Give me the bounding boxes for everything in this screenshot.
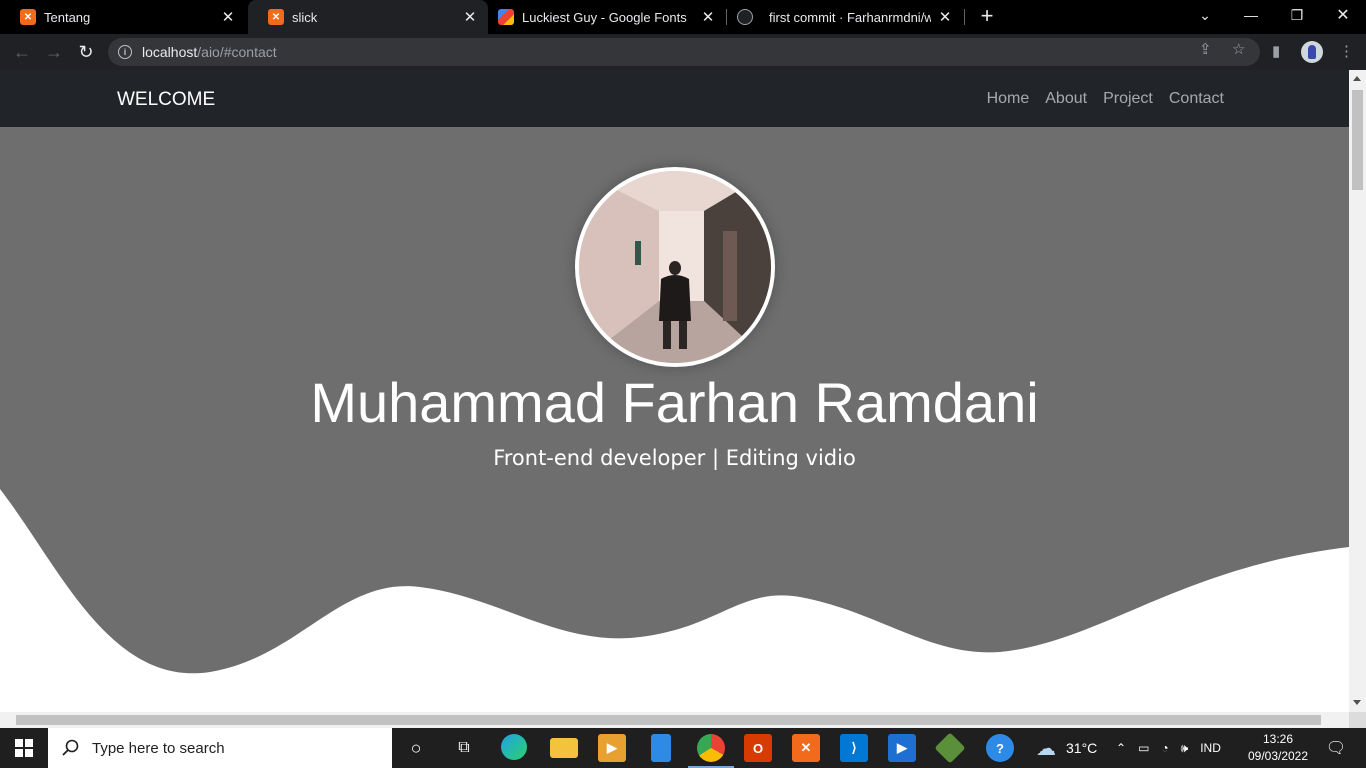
address-bar[interactable]: i localhost /aio/#contact — [108, 38, 1260, 66]
scrollbar-corner — [1349, 712, 1366, 728]
office-icon[interactable]: O — [744, 734, 772, 762]
tab-github[interactable]: first commit · Farhanrmdni/webre ✕ — [727, 0, 963, 34]
google-fonts-icon — [498, 9, 514, 25]
site-info-icon[interactable]: i — [118, 45, 132, 59]
new-tab-button[interactable]: + — [976, 5, 998, 27]
nav-contact[interactable]: Contact — [1169, 90, 1224, 108]
windows-taskbar: Type here to search ○ ⧉ ▶ O ✕ ⟩ ▶ ? ☁ 31… — [0, 728, 1366, 768]
git-icon[interactable] — [934, 732, 966, 764]
xampp-icon[interactable]: ✕ — [792, 734, 820, 762]
tab-title: Luckiest Guy - Google Fonts — [522, 9, 687, 25]
site-brand[interactable]: WELCOME — [117, 89, 215, 111]
close-tab-icon[interactable]: ✕ — [462, 9, 478, 26]
back-icon[interactable]: ← — [10, 40, 34, 64]
volume-icon[interactable]: 🕪 — [1181, 741, 1189, 756]
media-player-icon[interactable]: ▶ — [598, 734, 626, 762]
scroll-down-icon[interactable] — [1353, 700, 1361, 705]
github-icon — [737, 9, 753, 25]
tab-slick[interactable]: ✕ slick ✕ — [248, 0, 488, 34]
task-view-icon[interactable]: ⧉ — [450, 734, 478, 762]
chrome-icon[interactable] — [697, 734, 725, 762]
bookmark-star-icon[interactable]: ☆ — [1232, 40, 1245, 58]
taskbar-search[interactable]: Type here to search — [48, 728, 392, 768]
weather-cloud-icon: ☁ — [1036, 737, 1056, 760]
language-indicator[interactable]: IND — [1200, 741, 1221, 755]
vertical-scroll-thumb[interactable] — [1352, 90, 1363, 190]
site-navbar: WELCOME Home About Project Contact — [0, 70, 1349, 127]
nav-home[interactable]: Home — [987, 90, 1030, 108]
close-tab-icon[interactable]: ✕ — [220, 9, 236, 26]
search-icon — [62, 739, 79, 756]
edge-icon[interactable] — [501, 734, 527, 760]
wifi-icon[interactable]: ◔ — [1161, 741, 1168, 755]
tray-chevron-up-icon[interactable]: ⌃ — [1116, 741, 1126, 755]
tab-divider — [964, 9, 965, 25]
forward-icon[interactable]: → — [42, 40, 66, 64]
close-tab-icon[interactable]: ✕ — [937, 9, 953, 26]
windows-logo-icon — [15, 739, 33, 757]
close-tab-icon[interactable]: ✕ — [700, 9, 716, 26]
tab-google-fonts[interactable]: Luckiest Guy - Google Fonts ✕ — [488, 0, 726, 34]
battery-icon[interactable]: ▭ — [1138, 741, 1149, 755]
reload-icon[interactable]: ↻ — [74, 40, 98, 64]
horizontal-scroll-thumb[interactable] — [16, 715, 1321, 725]
restore-button[interactable]: ❐ — [1274, 0, 1320, 30]
clock-date: 09/03/2022 — [1247, 749, 1309, 763]
profile-avatar[interactable] — [1301, 41, 1323, 63]
search-placeholder: Type here to search — [92, 739, 225, 757]
browser-toolbar: ← → ↻ i localhost /aio/#contact ⇪ ☆ ▮ ⋮ — [0, 34, 1366, 70]
menu-kebab-icon[interactable]: ⋮ — [1339, 42, 1354, 60]
tab-search-icon[interactable]: ⌄ — [1182, 0, 1228, 30]
system-clock[interactable]: 13:26 09/03/2022 — [1246, 731, 1310, 765]
system-tray: ⌃ ▭ ◔ 🕪 IND — [1116, 728, 1221, 768]
share-icon[interactable]: ⇪ — [1199, 40, 1212, 58]
xampp-icon: ✕ — [268, 9, 284, 25]
xampp-icon: ✕ — [20, 9, 36, 25]
nav-project[interactable]: Project — [1103, 90, 1153, 108]
start-button[interactable] — [0, 728, 48, 768]
nav-about[interactable]: About — [1045, 90, 1087, 108]
url-host: localhost — [142, 44, 198, 60]
vscode-icon[interactable]: ⟩ — [840, 734, 868, 762]
video-editor-icon[interactable]: ▶ — [888, 734, 916, 762]
scroll-up-icon[interactable] — [1353, 76, 1361, 81]
weather-widget[interactable]: ☁ 31°C — [1036, 728, 1097, 768]
file-explorer-icon[interactable] — [550, 738, 578, 758]
minimize-button[interactable]: — — [1228, 0, 1274, 30]
site-nav-links: Home About Project Contact — [987, 90, 1224, 108]
hero-name: Muhammad Farhan Ramdani — [310, 371, 1039, 434]
tab-title: Tentang — [44, 9, 91, 25]
url-path: /aio/#contact — [197, 44, 277, 60]
profile-photo — [575, 167, 775, 367]
vertical-scrollbar[interactable] — [1349, 70, 1366, 712]
cortana-icon[interactable]: ○ — [402, 734, 430, 762]
close-window-button[interactable]: ✕ — [1320, 0, 1366, 30]
clock-time: 13:26 — [1262, 732, 1294, 746]
tab-tentang[interactable]: ✕ Tentang ✕ — [0, 0, 246, 34]
side-panel-icon[interactable]: ▮ — [1272, 42, 1280, 60]
horizontal-scrollbar[interactable] — [0, 712, 1349, 728]
tab-title: first commit · Farhanrmdni/webre — [769, 9, 931, 25]
phone-link-icon[interactable] — [651, 734, 671, 762]
hero-subtitle: Front-end developer | Editing vidio — [493, 446, 856, 470]
help-icon[interactable]: ? — [986, 734, 1014, 762]
page-viewport: WELCOME Home About Project Contact Muham… — [0, 70, 1349, 712]
weather-temp: 31°C — [1066, 740, 1098, 756]
tab-strip: ✕ Tentang ✕ ✕ slick ✕ Luckiest Guy - Goo… — [0, 0, 1366, 34]
notifications-icon[interactable]: 🗨 — [1322, 734, 1350, 762]
tab-title: slick — [292, 9, 318, 25]
